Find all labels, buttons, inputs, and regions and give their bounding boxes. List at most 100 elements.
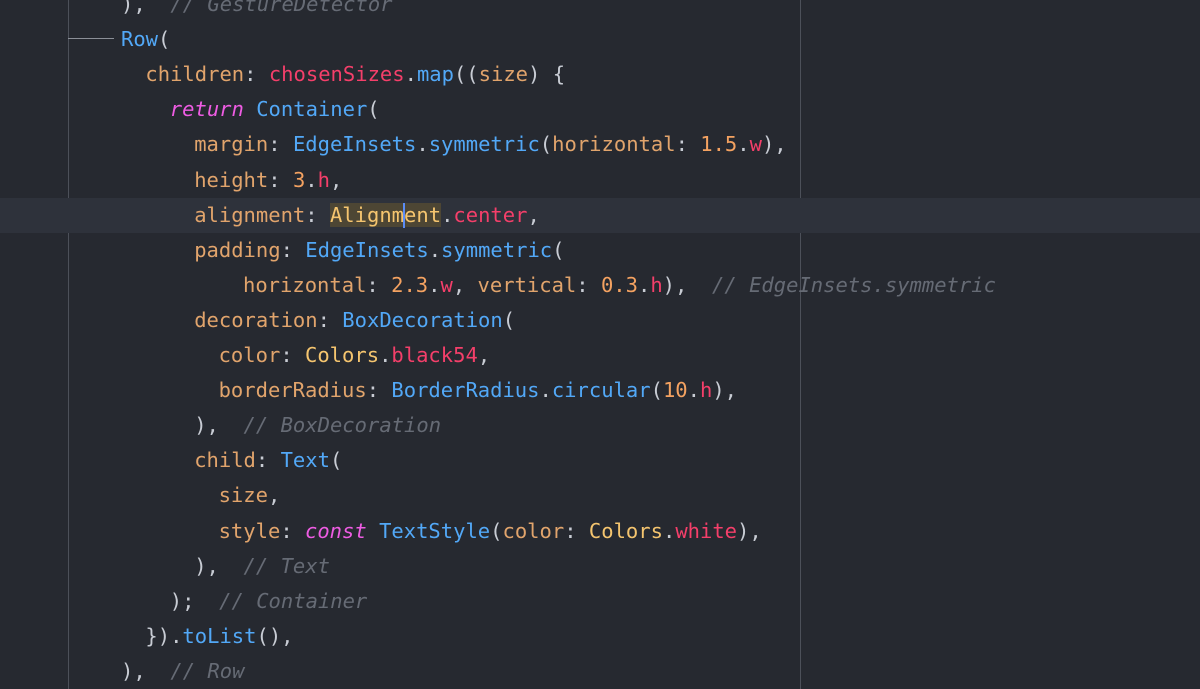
code-line[interactable]: margin: EdgeInsets.symmetric(horizontal:…	[0, 127, 1200, 162]
code-token: decoration	[194, 307, 318, 332]
code-token: ,	[452, 272, 478, 297]
code-token: Colors	[588, 518, 663, 543]
code-line[interactable]: horizontal: 2.3.w, vertical: 0.3.h), // …	[0, 268, 1200, 303]
code-token: map	[416, 62, 454, 87]
code-token: :	[366, 272, 392, 297]
code-token: ),	[194, 553, 219, 578]
code-token: :	[675, 132, 701, 157]
code-token: 3	[292, 167, 306, 192]
code-token: black54	[391, 343, 478, 367]
code-token: BoxDecoration	[342, 307, 503, 332]
code-token: size	[478, 62, 529, 87]
code-token: 0.3	[600, 272, 638, 297]
code-line[interactable]: return Container(	[0, 92, 1200, 127]
code-token: :	[280, 237, 306, 262]
code-token: Container	[256, 97, 368, 122]
code-token: .	[687, 378, 700, 403]
code-token: h	[699, 378, 713, 403]
code-line[interactable]: children: chosenSizes.map((size) {	[0, 57, 1200, 92]
code-token: :	[255, 448, 281, 473]
code-token: ,	[329, 167, 343, 192]
code-line[interactable]: color: Colors.black54,	[0, 338, 1200, 373]
code-token: ,	[267, 483, 281, 508]
code-token: }).	[145, 623, 183, 648]
code-token: color	[218, 343, 281, 367]
code-comment: // EdgeInsets.symmetric	[687, 272, 996, 297]
code-comment: // BoxDecoration	[218, 413, 442, 438]
code-token: margin	[194, 132, 269, 157]
code-line[interactable]: ), // BoxDecoration	[0, 408, 1200, 443]
code-token: (	[490, 518, 503, 543]
code-token: );	[169, 588, 195, 613]
code-token: (),	[256, 623, 294, 648]
code-line[interactable]: decoration: BoxDecoration(	[0, 303, 1200, 338]
code-token: (	[329, 448, 343, 473]
code-comment: // Row	[145, 658, 245, 683]
code-line[interactable]: ); // Container	[0, 584, 1200, 619]
code-token: height	[194, 167, 269, 192]
code-token: Text	[280, 448, 330, 473]
code-token: toList	[182, 623, 257, 648]
code-token: Alignment	[329, 202, 442, 228]
code-token: w	[749, 132, 762, 157]
code-line[interactable]: Row(	[0, 22, 1200, 57]
code-token: TextStyle	[379, 518, 491, 543]
code-token: horizontal	[243, 272, 367, 297]
code-token: .	[416, 132, 429, 157]
code-token: ),	[194, 413, 219, 438]
code-token: center	[453, 202, 528, 227]
code-token: :	[268, 132, 293, 157]
code-token: return	[169, 97, 244, 122]
code-token: alignment	[194, 202, 306, 227]
code-line[interactable]: }).toList(),	[0, 619, 1200, 654]
code-comment: // GestureDetector	[145, 0, 393, 16]
code-editor[interactable]: ), // GestureDetector Row(children: chose…	[0, 0, 1200, 689]
code-token: (	[552, 237, 565, 262]
code-token: ,	[527, 202, 540, 227]
code-token: :	[244, 62, 269, 87]
code-token: ),	[761, 132, 787, 157]
code-token: borderRadius	[218, 378, 367, 403]
code-token: ,	[477, 343, 491, 367]
code-token: :	[317, 307, 343, 332]
code-token: (	[367, 97, 380, 122]
code-token: w	[440, 272, 453, 297]
code-token: .	[441, 202, 454, 227]
code-token: child	[194, 448, 256, 473]
code-token: children	[145, 62, 245, 87]
code-line[interactable]: ), // Row	[0, 654, 1200, 689]
code-token: EdgeInsets	[292, 132, 417, 157]
code-line[interactable]: size,	[0, 478, 1200, 513]
code-token: Colors	[305, 343, 380, 367]
code-token: 10	[662, 378, 688, 403]
code-token: ),	[121, 0, 146, 16]
code-token: style	[218, 518, 281, 543]
code-line[interactable]: borderRadius: BorderRadius.circular(10.h…	[0, 373, 1200, 408]
code-token: :	[576, 272, 601, 297]
code-token: .	[737, 132, 750, 157]
code-token: ),	[121, 658, 146, 683]
code-line[interactable]: ), // Text	[0, 549, 1200, 584]
code-token: horizontal	[552, 132, 676, 157]
code-line[interactable]: padding: EdgeInsets.symmetric(	[0, 233, 1200, 268]
code-token: (	[539, 132, 553, 157]
code-token: symmetric	[428, 132, 540, 157]
code-token: .	[637, 272, 651, 297]
code-token: size	[218, 483, 268, 508]
code-token: symmetric	[441, 237, 553, 262]
code-line[interactable]: style: const TextStyle(color: Colors.whi…	[0, 514, 1200, 549]
current-code-line[interactable]: alignment: Alignment.center,	[0, 197, 1200, 233]
code-token: :	[564, 518, 589, 543]
code-token: ) {	[528, 62, 566, 87]
code-token: chosenSizes	[268, 62, 405, 87]
code-line[interactable]: child: Text(	[0, 443, 1200, 478]
code-line[interactable]: ), // GestureDetector	[0, 0, 1200, 22]
code-token: .	[379, 343, 392, 367]
code-token: h	[317, 167, 330, 192]
code-line[interactable]: height: 3.h,	[0, 163, 1200, 198]
text-cursor	[403, 202, 406, 228]
code-token: .	[539, 378, 552, 403]
code-token: .	[662, 518, 676, 543]
